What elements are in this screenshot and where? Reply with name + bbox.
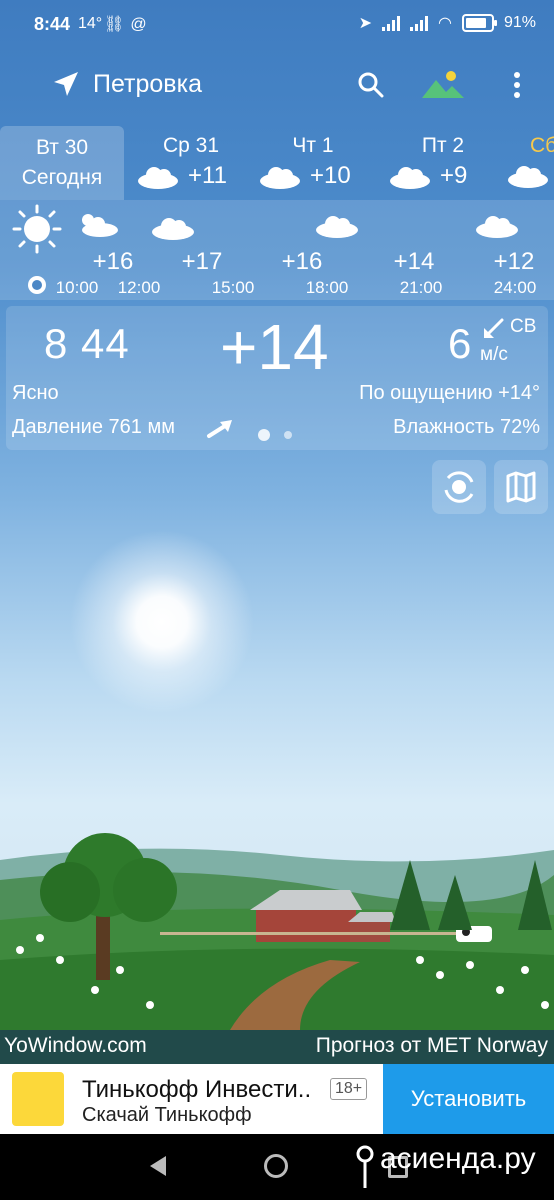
status-bar: 8:44 14° ⛓@ ➤ ◠ 91% bbox=[0, 0, 554, 50]
watermark-text: асиенда.ру bbox=[380, 1142, 536, 1175]
sun-orbit-icon bbox=[444, 471, 474, 503]
hour-time: 15:00 bbox=[211, 278, 255, 297]
map-button[interactable] bbox=[494, 460, 548, 514]
cloud-icon bbox=[390, 167, 430, 189]
current-temp: +14 bbox=[220, 311, 329, 383]
page-indicator bbox=[258, 426, 306, 444]
day-temp: +9 bbox=[440, 162, 468, 189]
humidity: Влажность 72% bbox=[393, 416, 540, 438]
day-tab-sat[interactable]: Сб bbox=[506, 126, 554, 200]
cloud-icon bbox=[476, 216, 518, 238]
search-icon[interactable] bbox=[356, 70, 386, 100]
hour-temp: +16 bbox=[281, 248, 323, 275]
pressure-trend-icon bbox=[207, 420, 232, 438]
back-icon[interactable] bbox=[150, 1156, 166, 1176]
home-icon[interactable] bbox=[264, 1154, 288, 1178]
landscape-scene bbox=[0, 833, 554, 1030]
battery-icon bbox=[461, 14, 497, 32]
day-temp: +10 bbox=[310, 162, 351, 189]
cloud-icon bbox=[152, 218, 194, 240]
attribution-bar: YoWindow.com Прогноз от MET Norway bbox=[0, 1030, 554, 1064]
day-sub: Сегодня bbox=[21, 166, 103, 189]
current-time: 8 44 bbox=[44, 320, 130, 367]
hour-temp: +12 bbox=[493, 248, 535, 275]
hourly-forecast[interactable]: +16 +17 +16 +14 +12 10:00 12:00 15:00 18… bbox=[0, 200, 554, 300]
day-temp: +11 bbox=[188, 162, 227, 189]
hour-time: 21:00 bbox=[399, 278, 443, 297]
ad-title: Тинькофф Инвести.. bbox=[82, 1076, 312, 1103]
day-name: Ср 31 bbox=[162, 134, 220, 157]
wind-speed: 6 bbox=[448, 320, 472, 367]
cloud-icon bbox=[508, 166, 548, 188]
partly-cloudy-icon bbox=[82, 214, 118, 237]
sun-icon bbox=[12, 204, 62, 254]
location-status-icon: ➤ bbox=[358, 15, 372, 32]
landscape-icon[interactable] bbox=[418, 68, 468, 100]
status-time: 8:44 bbox=[34, 14, 71, 34]
install-button[interactable]: Установить bbox=[383, 1064, 554, 1134]
cloud-icon bbox=[138, 167, 178, 189]
wind-direction: СВ bbox=[510, 316, 537, 337]
system-nav-bar: асиенда.ру bbox=[0, 1134, 554, 1200]
cloud-icon bbox=[260, 167, 300, 189]
day-name: Вт 30 bbox=[35, 136, 89, 159]
wind-unit: м/с bbox=[480, 344, 508, 365]
forecast-source[interactable]: Прогноз от MET Norway bbox=[316, 1034, 548, 1058]
day-tab-wed[interactable]: Ср 31 +11 bbox=[136, 126, 246, 200]
brand-link[interactable]: YoWindow.com bbox=[4, 1034, 147, 1058]
overflow-menu-icon[interactable] bbox=[508, 70, 526, 100]
pressure: Давление 761 мм bbox=[12, 416, 175, 438]
day-tab-today[interactable]: Вт 30 Сегодня bbox=[0, 126, 124, 200]
status-link-icon: ⛓@ bbox=[104, 16, 153, 33]
signal-icon-2 bbox=[410, 15, 428, 31]
app-toolbar: Петровка bbox=[0, 60, 554, 110]
daily-forecast-strip: Вт 30 Сегодня Ср 31 +11 Чт 1 +10 Пт 2 +9… bbox=[0, 126, 554, 200]
day-name: Чт 1 bbox=[292, 134, 334, 157]
page-dot-active bbox=[258, 428, 270, 441]
current-weather-panel[interactable]: 8 44 +14 6 СВ м/с Ясно По ощущению +14° … bbox=[6, 306, 548, 450]
status-right-icons: ➤ ◠ 91% bbox=[359, 13, 536, 33]
day-tab-fri[interactable]: Пт 2 +9 bbox=[388, 126, 498, 200]
hour-time: 12:00 bbox=[117, 278, 161, 297]
sun-glow bbox=[62, 522, 262, 722]
battery-percent: 91% bbox=[503, 14, 536, 31]
ad-logo bbox=[12, 1072, 64, 1126]
feels-like: По ощущению +14° bbox=[359, 382, 540, 404]
hour-temp: +14 bbox=[393, 248, 435, 275]
hour-time: 18:00 bbox=[305, 278, 349, 297]
day-tab-thu[interactable]: Чт 1 +10 bbox=[258, 126, 368, 200]
day-name: Сб bbox=[530, 134, 554, 157]
hour-temp: +17 bbox=[181, 248, 223, 275]
wifi-icon: ◠ bbox=[438, 15, 452, 32]
hour-temp: +16 bbox=[92, 248, 134, 275]
hour-time: 10:00 bbox=[55, 278, 99, 297]
location-name[interactable]: Петровка bbox=[93, 70, 202, 99]
sun-mode-button[interactable] bbox=[432, 460, 486, 514]
page-dot bbox=[284, 430, 292, 439]
watermark-logo-icon bbox=[356, 1145, 374, 1188]
current-time-marker bbox=[28, 276, 46, 294]
wind-arrow-icon bbox=[484, 318, 504, 338]
ad-age-badge: 18+ bbox=[330, 1078, 368, 1100]
map-icon bbox=[506, 471, 536, 503]
ad-banner[interactable]: Тинькофф Инвести.. 18+ Скачай Тинькофф У… bbox=[0, 1064, 554, 1134]
signal-icon bbox=[382, 15, 400, 31]
cloud-icon bbox=[316, 216, 358, 238]
condition-text: Ясно bbox=[12, 382, 59, 404]
hour-time: 24:00 bbox=[493, 278, 537, 297]
ad-subtitle: Скачай Тинькофф bbox=[82, 1104, 252, 1126]
status-temp: 14° bbox=[78, 15, 103, 32]
navigation-arrow-icon[interactable] bbox=[52, 70, 80, 98]
day-name: Пт 2 bbox=[421, 134, 465, 157]
